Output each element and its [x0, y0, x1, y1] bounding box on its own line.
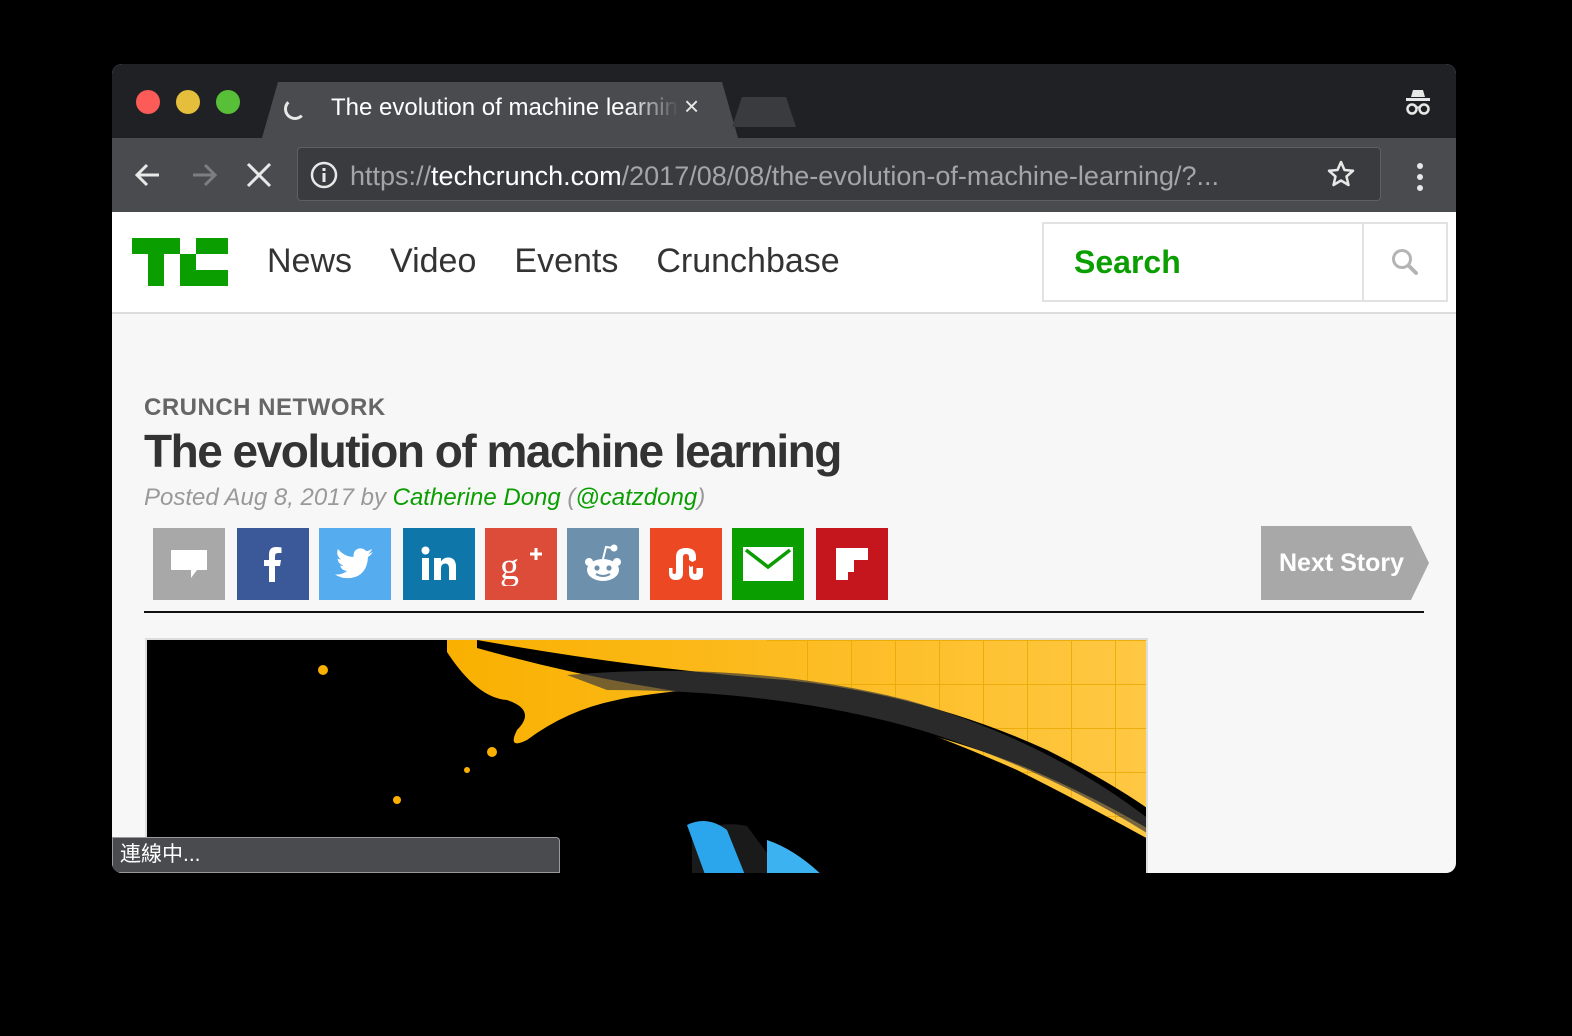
url-text[interactable]: https://techcrunch.com/2017/08/08/the-ev…: [350, 161, 1330, 192]
comment-button[interactable]: [153, 528, 225, 600]
url-scheme: https://: [350, 161, 432, 191]
search-icon: [1392, 249, 1418, 275]
browser-window: The evolution of machine learning × http…: [112, 64, 1456, 873]
info-icon[interactable]: [310, 161, 338, 189]
article: CRUNCH NETWORK The evolution of machine …: [112, 314, 1456, 873]
author-link[interactable]: Catherine Dong: [393, 484, 561, 511]
next-story-button[interactable]: Next Story: [1261, 526, 1429, 600]
search-placeholder: Search: [1074, 244, 1181, 280]
stumbleupon-share-button[interactable]: [650, 528, 722, 600]
close-icon: [246, 162, 272, 188]
url-host: techcrunch.com: [431, 161, 622, 191]
handle-open: (: [560, 484, 576, 511]
reddit-share-button[interactable]: [567, 528, 639, 600]
back-button[interactable]: [126, 153, 170, 197]
twitter-handle-link[interactable]: @catzdong: [575, 484, 697, 511]
nav-events[interactable]: Events: [514, 242, 618, 281]
minimize-window-button[interactable]: [176, 90, 200, 114]
techcrunch-logo[interactable]: [132, 238, 228, 286]
nav-crunchbase[interactable]: Crunchbase: [656, 242, 839, 281]
incognito-icon: [1406, 90, 1430, 115]
arrow-right-icon: [193, 163, 218, 187]
forward-button[interactable]: [182, 153, 226, 197]
linkedin-share-button[interactable]: [403, 528, 475, 600]
new-tab-button[interactable]: [732, 97, 796, 127]
status-bar: 連線中...: [112, 837, 560, 873]
byline-date: Posted Aug 8, 2017 by: [144, 484, 393, 511]
handle-close: ): [697, 484, 706, 511]
tab-title: The evolution of machine learning: [331, 94, 679, 121]
nav-news[interactable]: News: [267, 242, 352, 281]
search-button[interactable]: [1362, 222, 1448, 302]
article-title: The evolution of machine learning: [144, 425, 842, 477]
linkedin-icon: [421, 546, 456, 580]
flipboard-icon: [836, 548, 868, 580]
main-nav: News Video Events Crunchbase: [267, 242, 840, 281]
flipboard-share-button[interactable]: [816, 528, 888, 600]
facebook-icon: [264, 547, 282, 582]
arrow-left-icon: [134, 163, 159, 187]
twitter-share-button[interactable]: [319, 528, 391, 600]
loading-spinner-icon: [284, 98, 306, 120]
bookmark-star-icon[interactable]: [1326, 159, 1356, 189]
email-icon: [743, 547, 793, 581]
stop-loading-button[interactable]: [237, 153, 281, 197]
divider: [144, 611, 1424, 613]
facebook-share-button[interactable]: [237, 528, 309, 600]
stumbleupon-icon: [669, 548, 703, 580]
reddit-icon: [585, 544, 621, 581]
google-plus-share-button[interactable]: g: [485, 528, 557, 600]
email-share-button[interactable]: [732, 528, 804, 600]
svg-text:g: g: [500, 546, 519, 586]
url-path: /2017/08/08/the-evolution-of-machine-lea…: [621, 161, 1220, 191]
address-bar[interactable]: https://techcrunch.com/2017/08/08/the-ev…: [297, 147, 1381, 201]
site-header: News Video Events Crunchbase Search: [112, 212, 1456, 314]
twitter-icon: [335, 548, 373, 579]
close-window-button[interactable]: [136, 90, 160, 114]
browser-toolbar: https://techcrunch.com/2017/08/08/the-ev…: [112, 138, 1456, 212]
tab-bar: The evolution of machine learning ×: [112, 64, 1456, 138]
article-byline: Posted Aug 8, 2017 by Catherine Dong (@c…: [144, 484, 705, 512]
more-vert-icon[interactable]: [1408, 160, 1432, 194]
search-input[interactable]: Search: [1042, 222, 1364, 302]
nav-video[interactable]: Video: [390, 242, 476, 281]
google-plus-icon: g: [500, 546, 542, 586]
maximize-window-button[interactable]: [216, 90, 240, 114]
comment-icon: [171, 550, 207, 578]
article-kicker[interactable]: CRUNCH NETWORK: [144, 394, 386, 422]
tab-close-icon[interactable]: ×: [684, 93, 699, 119]
